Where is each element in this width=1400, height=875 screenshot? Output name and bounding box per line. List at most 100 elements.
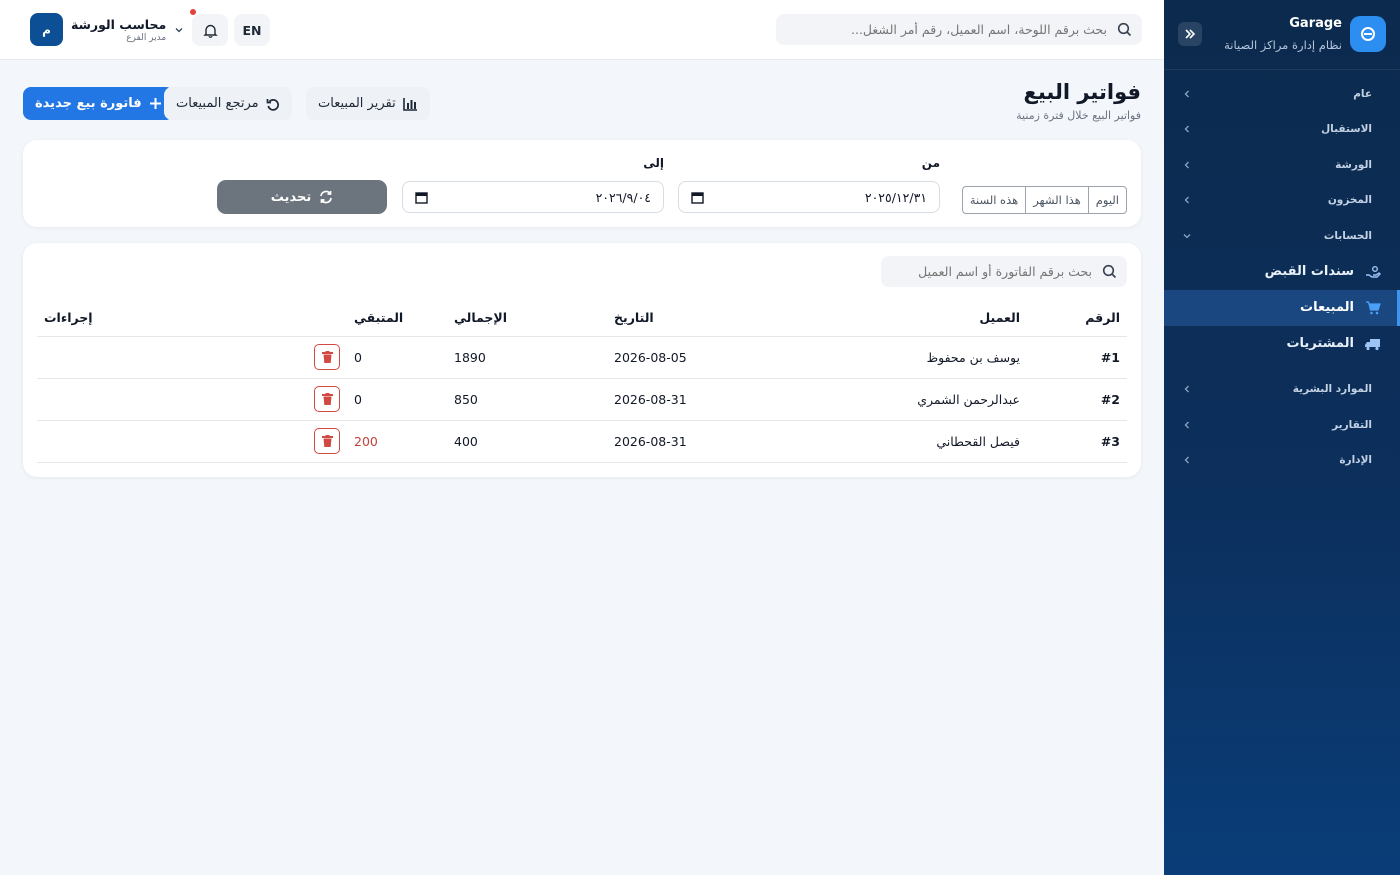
hand-money-icon bbox=[1364, 263, 1382, 281]
sidebar-section-general[interactable]: عام bbox=[1164, 76, 1400, 112]
to-date-input[interactable]: ٢٠٢٦/٩/٠٤ bbox=[402, 181, 664, 213]
plus-icon bbox=[149, 98, 161, 109]
sidebar-item-label: سندات القبض bbox=[1264, 264, 1354, 279]
page-subtitle: فواتير البيع خلال فترة زمنية bbox=[1016, 109, 1141, 122]
trash-icon bbox=[321, 435, 333, 447]
sidebar-section-inventory[interactable]: المخزون bbox=[1164, 183, 1400, 219]
date-range-presets: اليوم هذا الشهر هذه السنة bbox=[961, 186, 1127, 214]
preset-this-year-button[interactable]: هذه السنة bbox=[963, 187, 1025, 213]
col-total-header: الإجمالي bbox=[447, 300, 607, 337]
new-sale-invoice-label: فاتورة بيع جديدة bbox=[35, 96, 142, 111]
sidebar-section-label: عام bbox=[1353, 87, 1372, 100]
sidebar-item-sales[interactable]: المبيعات bbox=[1164, 289, 1400, 326]
user-info: محاسب الورشة مدير الفرع bbox=[71, 17, 166, 43]
cell-number: #2 bbox=[1027, 378, 1127, 421]
preset-today-button[interactable]: اليوم bbox=[1087, 187, 1126, 213]
from-date-value: ٢٠٢٥/١٢/٣١ bbox=[864, 189, 927, 205]
table-row[interactable]: #2 عبدالرحمن الشمري 2026-08-31 850 0 bbox=[37, 378, 1127, 421]
language-toggle-button[interactable]: EN bbox=[234, 14, 270, 46]
sidebar-section-label: الاستقبال bbox=[1321, 123, 1372, 136]
table-row[interactable]: #3 فيصل القحطاني 2026-08-31 400 200 bbox=[37, 420, 1127, 463]
bell-icon bbox=[202, 24, 218, 38]
topbar: EN م محاسب الورشة مدير الفرع bbox=[0, 0, 1164, 60]
from-date-input[interactable]: ٢٠٢٥/١٢/٣١ bbox=[678, 181, 940, 213]
sidebar-section-label: الحسابات bbox=[1323, 229, 1372, 242]
search-icon bbox=[1117, 22, 1132, 37]
calendar-icon bbox=[415, 191, 428, 204]
sidebar-section-accounts[interactable]: الحسابات bbox=[1164, 218, 1400, 254]
cell-customer: عبدالرحمن الشمري bbox=[807, 378, 1027, 421]
double-chevron-icon bbox=[1185, 29, 1196, 39]
cell-customer: فيصل القحطاني bbox=[807, 420, 1027, 463]
sidebar-section-reports[interactable]: التقارير bbox=[1164, 407, 1400, 443]
brand-subtitle: نظام إدارة مراكز الصيانة bbox=[1224, 38, 1342, 52]
cell-date: 2026-08-05 bbox=[607, 336, 807, 379]
sidebar-item-receipts[interactable]: سندات القبض bbox=[1164, 254, 1400, 290]
sidebar-section-label: الإدارة bbox=[1339, 454, 1372, 467]
sidebar-section-reception[interactable]: الاستقبال bbox=[1164, 112, 1400, 148]
avatar: م bbox=[30, 13, 63, 46]
sidebar-section-hr[interactable]: الموارد البشرية bbox=[1164, 372, 1400, 408]
global-search[interactable] bbox=[776, 14, 1142, 45]
refresh-button[interactable]: تحديث bbox=[217, 180, 387, 214]
cell-date: 2026-08-31 bbox=[607, 378, 807, 421]
invoice-search[interactable] bbox=[881, 256, 1127, 287]
sidebar-section-label: المخزون bbox=[1327, 194, 1372, 207]
cell-remaining: 200 bbox=[347, 420, 447, 463]
search-icon bbox=[1102, 264, 1117, 279]
sidebar-item-label: المشتريات bbox=[1286, 336, 1354, 351]
chevron-left-icon bbox=[1184, 161, 1189, 169]
cell-remaining: 0 bbox=[347, 378, 447, 421]
sidebar: Garage نظام إدارة مراكز الصيانة عام الاس… bbox=[1164, 0, 1400, 875]
global-search-input[interactable] bbox=[776, 22, 1117, 37]
col-number-header: الرقم bbox=[1027, 300, 1127, 337]
invoice-search-input[interactable] bbox=[881, 264, 1102, 279]
cell-date: 2026-08-31 bbox=[607, 420, 807, 463]
chevron-down-icon bbox=[175, 27, 183, 32]
chevron-left-icon bbox=[1184, 125, 1189, 133]
sales-report-button[interactable]: تقرير المبيعات bbox=[306, 87, 430, 120]
cell-number: #3 bbox=[1027, 420, 1127, 463]
cell-remaining: 0 bbox=[347, 336, 447, 379]
chevron-left-icon bbox=[1184, 385, 1189, 393]
collapse-sidebar-button[interactable] bbox=[1178, 22, 1202, 46]
sidebar-section-admin[interactable]: الإدارة bbox=[1164, 443, 1400, 479]
garage-logo-icon bbox=[1361, 27, 1375, 41]
col-customer-header: العميل bbox=[807, 300, 1027, 337]
truck-icon bbox=[1364, 335, 1382, 353]
preset-this-month-button[interactable]: هذا الشهر bbox=[1025, 187, 1088, 213]
trash-icon bbox=[321, 351, 333, 363]
brand-name: Garage bbox=[1289, 16, 1342, 31]
cell-actions bbox=[37, 336, 347, 379]
trash-icon bbox=[321, 393, 333, 405]
sidebar-section-label: الموارد البشرية bbox=[1292, 383, 1372, 396]
sidebar-item-purchases[interactable]: المشتريات bbox=[1164, 326, 1400, 362]
cell-number: #1 bbox=[1027, 336, 1127, 379]
to-label: إلى bbox=[643, 156, 664, 170]
to-date-value: ٢٠٢٦/٩/٠٤ bbox=[595, 189, 651, 205]
refresh-label: تحديث bbox=[270, 189, 312, 205]
logo bbox=[1350, 16, 1386, 52]
cell-total: 400 bbox=[447, 420, 607, 463]
new-sale-invoice-button[interactable]: فاتورة بيع جديدة bbox=[23, 87, 174, 120]
delete-button[interactable] bbox=[314, 428, 340, 454]
delete-button[interactable] bbox=[314, 344, 340, 370]
page-title: فواتير البيع bbox=[1023, 80, 1141, 104]
cell-actions bbox=[37, 378, 347, 421]
user-role: مدير الفرع bbox=[126, 32, 167, 43]
invoices-table-card: الرقم العميل التاريخ الإجمالي المتبقي إج… bbox=[23, 243, 1141, 477]
table-row[interactable]: #1 يوسف بن محفوظ 2026-08-05 1890 0 bbox=[37, 336, 1127, 379]
sales-returns-button[interactable]: مرتجع المبيعات bbox=[164, 87, 292, 120]
cell-total: 850 bbox=[447, 378, 607, 421]
notification-dot bbox=[190, 9, 196, 15]
notifications-button[interactable] bbox=[192, 14, 228, 46]
user-menu[interactable]: م محاسب الورشة مدير الفرع bbox=[30, 13, 184, 46]
chevron-left-icon bbox=[1184, 90, 1189, 98]
table-header-row: الرقم العميل التاريخ الإجمالي المتبقي إج… bbox=[37, 300, 1127, 337]
sales-invoices-table: الرقم العميل التاريخ الإجمالي المتبقي إج… bbox=[37, 300, 1127, 463]
delete-button[interactable] bbox=[314, 386, 340, 412]
date-filter-card: اليوم هذا الشهر هذه السنة من ٢٠٢٥/١٢/٣١ … bbox=[23, 140, 1141, 227]
cart-icon bbox=[1364, 299, 1382, 317]
sidebar-section-workshop[interactable]: الورشة bbox=[1164, 147, 1400, 183]
chevron-left-icon bbox=[1184, 456, 1189, 464]
